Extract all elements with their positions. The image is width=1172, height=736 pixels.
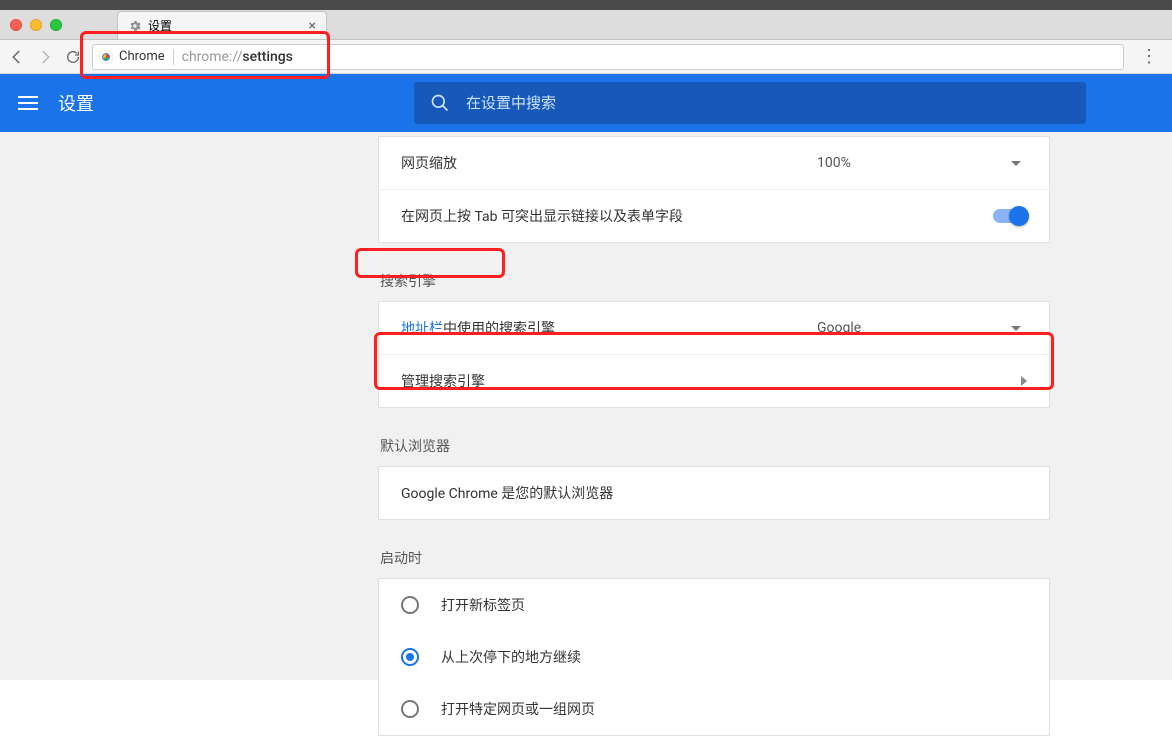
url-separator (173, 49, 174, 65)
address-bar-link[interactable]: 地址栏 (401, 321, 443, 337)
radio-icon (401, 700, 419, 718)
section-startup: 启动时 (378, 540, 1050, 578)
startup-options: 打开新标签页 从上次停下的地方继续 打开特定网页或一组网页 (378, 578, 1050, 736)
settings-content: 网页缩放 100% 在网页上按 Tab 可突出显示链接以及表单字段 搜索引擎 地… (0, 132, 1172, 680)
page-zoom-label: 网页缩放 (401, 153, 457, 173)
startup-option-label: 打开特定网页或一组网页 (441, 699, 595, 719)
window-controls (10, 19, 62, 31)
search-engine-dropdown[interactable]: Google (817, 320, 1027, 336)
url-origin-label: Chrome (119, 49, 165, 64)
maximize-window-button[interactable] (50, 19, 62, 31)
manage-search-engines-label: 管理搜索引擎 (401, 371, 485, 391)
search-input[interactable] (466, 94, 1070, 112)
startup-option-label: 从上次停下的地方继续 (441, 647, 581, 667)
section-search-engine: 搜索引擎 (378, 263, 1050, 301)
browser-tab-strip: 设置 × (0, 10, 1172, 40)
chevron-right-icon (1021, 376, 1027, 386)
settings-search[interactable] (414, 82, 1086, 124)
startup-option-specific[interactable]: 打开特定网页或一组网页 (379, 683, 1049, 735)
address-bar[interactable]: Chrome chrome://settings (92, 44, 1124, 70)
default-browser-status-row: Google Chrome 是您的默认浏览器 (379, 467, 1049, 519)
chevron-down-icon (1011, 326, 1021, 331)
tab-title: 设置 (148, 17, 172, 34)
tab-highlight-toggle[interactable] (993, 209, 1027, 223)
search-icon (430, 93, 450, 113)
page-zoom-value: 100% (817, 155, 851, 171)
url-security-chip: Chrome (99, 49, 165, 64)
browser-tab[interactable]: 设置 × (117, 11, 327, 39)
manage-search-engines-row[interactable]: 管理搜索引擎 (379, 354, 1049, 407)
page-zoom-row: 网页缩放 100% (379, 137, 1049, 189)
radio-icon (401, 648, 419, 666)
close-window-button[interactable] (10, 19, 22, 31)
page-title: 设置 (58, 90, 94, 116)
address-bar-engine-row: 地址栏中使用的搜索引擎 Google (379, 302, 1049, 354)
startup-option-new-tab[interactable]: 打开新标签页 (379, 579, 1049, 631)
browser-nav-bar: Chrome chrome://settings ⋮ (0, 40, 1172, 74)
forward-button[interactable] (36, 48, 54, 66)
chrome-icon (99, 50, 113, 64)
tab-highlight-row: 在网页上按 Tab 可突出显示链接以及表单字段 (379, 189, 1049, 242)
browser-menu-button[interactable]: ⋮ (1134, 46, 1164, 67)
search-engine-card: 地址栏中使用的搜索引擎 Google 管理搜索引擎 (378, 301, 1050, 408)
menu-icon[interactable] (18, 96, 38, 110)
section-default-browser: 默认浏览器 (378, 428, 1050, 466)
minimize-window-button[interactable] (30, 19, 42, 31)
radio-icon (401, 596, 419, 614)
settings-header: 设置 (0, 74, 1172, 132)
startup-option-continue[interactable]: 从上次停下的地方继续 (379, 631, 1049, 683)
reload-button[interactable] (64, 48, 82, 66)
default-browser-card: Google Chrome 是您的默认浏览器 (378, 466, 1050, 520)
tab-highlight-label: 在网页上按 Tab 可突出显示链接以及表单字段 (401, 206, 683, 226)
gear-icon (128, 19, 142, 33)
chevron-down-icon (1011, 161, 1021, 166)
back-button[interactable] (8, 48, 26, 66)
close-tab-icon[interactable]: × (309, 18, 316, 34)
page-zoom-dropdown[interactable]: 100% (817, 155, 1027, 171)
url-path: chrome://settings (182, 49, 293, 65)
appearance-card: 网页缩放 100% 在网页上按 Tab 可突出显示链接以及表单字段 (378, 136, 1050, 243)
default-browser-status: Google Chrome 是您的默认浏览器 (401, 483, 613, 503)
startup-option-label: 打开新标签页 (441, 595, 525, 615)
address-bar-engine-label: 地址栏中使用的搜索引擎 (401, 318, 555, 338)
search-engine-value: Google (817, 320, 861, 336)
